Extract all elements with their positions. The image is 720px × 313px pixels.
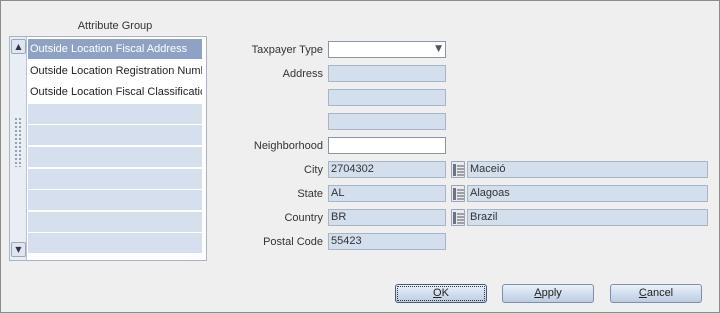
country-code-field: BR <box>328 209 446 226</box>
ok-button-label-suffix: K <box>441 287 449 299</box>
apply-button-label-suffix: pply <box>541 287 562 299</box>
cancel-button-label-suffix: ancel <box>646 287 674 299</box>
neighborhood-input[interactable] <box>328 137 446 154</box>
state-code-field: AL <box>328 185 446 202</box>
list-lookup-icon[interactable] <box>451 209 465 226</box>
address-label: Address <box>282 68 323 80</box>
scrollbar-grip[interactable] <box>14 117 21 167</box>
city-label: City <box>304 164 323 176</box>
list-lookup-icon[interactable] <box>451 161 465 178</box>
ok-button[interactable]: OK <box>395 284 487 303</box>
ok-button-mnemonic: O <box>433 287 442 299</box>
scroll-down-arrow-icon[interactable]: ▼ <box>11 242 26 257</box>
city-code-field: 2704302 <box>328 161 446 178</box>
chevron-down-icon[interactable]: ▼ <box>435 42 442 57</box>
city-name-field: Maceió <box>467 161 708 178</box>
cancel-button[interactable]: Cancel <box>610 284 702 303</box>
address-line-1-field <box>328 65 446 82</box>
postal-code-label: Postal Code <box>263 236 323 248</box>
state-label: State <box>297 188 323 200</box>
address-line-3-field <box>328 113 446 130</box>
address-line-2-field <box>328 89 446 106</box>
apply-button[interactable]: Apply <box>502 284 594 303</box>
vertical-scrollbar[interactable]: ▲ ▼ <box>10 37 27 260</box>
attribute-group-item[interactable] <box>28 103 202 124</box>
taxpayer-type-select[interactable]: ▼ <box>328 41 446 58</box>
postal-code-field: 55423 <box>328 233 446 250</box>
scroll-up-arrow-icon[interactable]: ▲ <box>11 39 26 54</box>
attribute-group-item[interactable]: Outside Location Fiscal Classificatic <box>28 82 202 103</box>
taxpayer-type-label: Taxpayer Type <box>251 44 323 56</box>
country-name-field: Brazil <box>467 209 708 226</box>
list-lookup-icon[interactable] <box>451 185 465 202</box>
state-name-field: Alagoas <box>467 185 708 202</box>
cancel-button-mnemonic: C <box>638 287 647 299</box>
country-label: Country <box>284 212 323 224</box>
neighborhood-label: Neighborhood <box>253 140 323 152</box>
dialog-window: Attribute Group ▲ ▼ Outside Location Fis… <box>0 0 720 313</box>
apply-button-mnemonic: A <box>534 287 542 299</box>
attribute-group-title: Attribute Group <box>77 20 153 32</box>
